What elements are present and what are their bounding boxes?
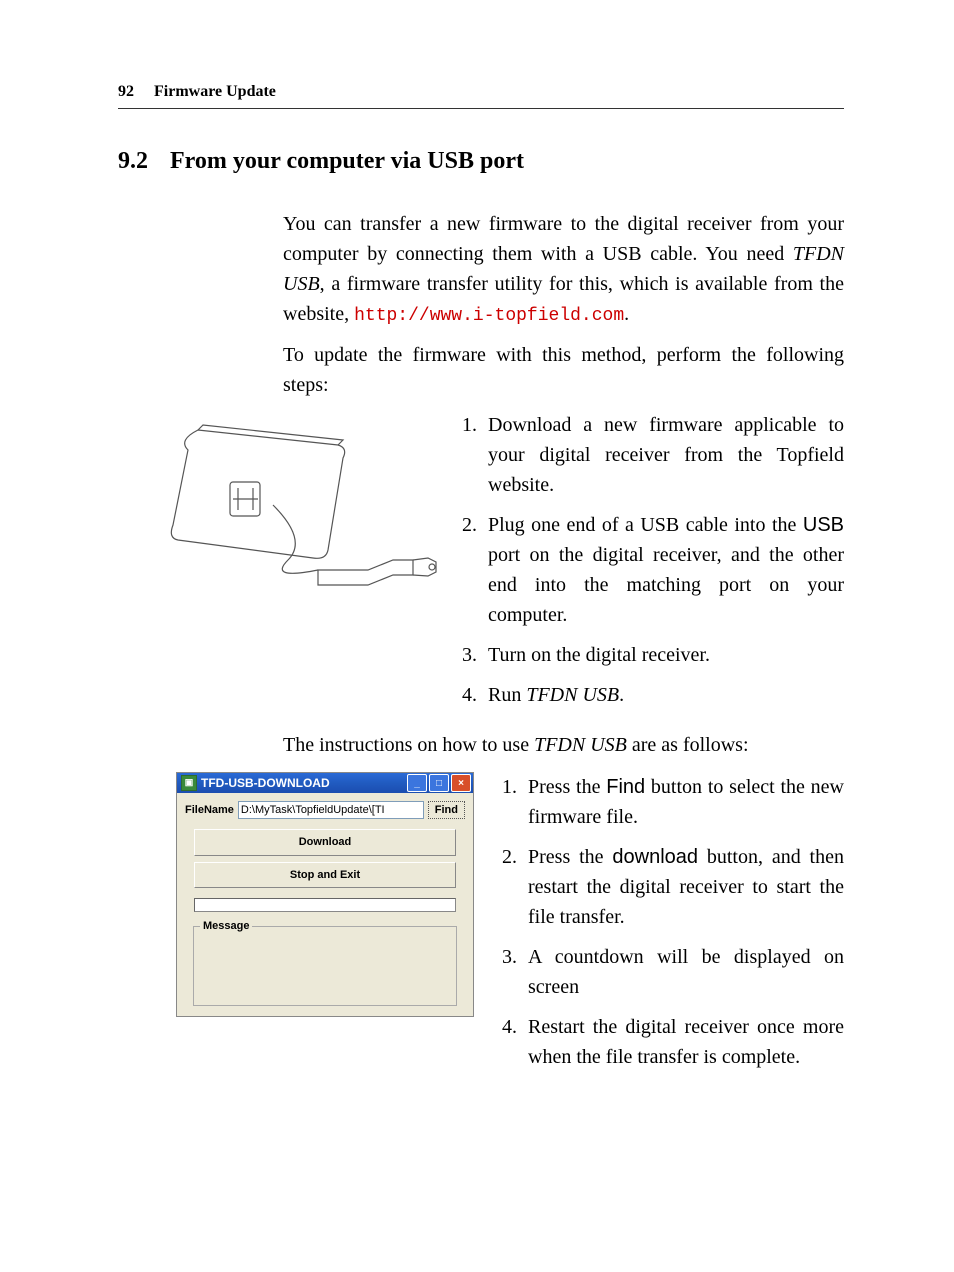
tfd-intro-paragraph: The instructions on how to use TFDN USB … (283, 730, 844, 760)
text: You can transfer a new firmware to the d… (283, 213, 844, 265)
chapter-title: Firmware Update (154, 80, 276, 104)
usb-label: USB (803, 514, 844, 536)
minimize-icon[interactable]: _ (407, 774, 427, 792)
find-button[interactable]: Find (428, 801, 465, 819)
maximize-icon[interactable]: □ (429, 774, 449, 792)
text: . (624, 303, 629, 325)
stop-exit-button[interactable]: Stop and Exit (194, 862, 456, 889)
close-icon[interactable]: × (451, 774, 471, 792)
intro-paragraph-1: You can transfer a new firmware to the d… (283, 209, 844, 330)
tfd-step-2: Press the download button, and then rest… (522, 842, 844, 932)
tfd-step-3: A countdown will be displayed on screen (522, 942, 844, 1002)
tfd-row: ▣ TFD-USB-DOWNLOAD _ □ × FileName Find D… (176, 772, 844, 1082)
tfd-steps-list: Press the Find button to select the new … (496, 772, 844, 1082)
tfd-dialog: ▣ TFD-USB-DOWNLOAD _ □ × FileName Find D… (176, 772, 474, 1017)
text: . (619, 684, 624, 706)
filename-input[interactable] (238, 801, 424, 819)
page-header: 92 Firmware Update (118, 80, 844, 109)
tfd-step-1: Press the Find button to select the new … (522, 772, 844, 832)
page-number: 92 (118, 80, 134, 104)
text: are as follows: (627, 734, 749, 756)
step-1: Download a new firmware applicable to yo… (482, 410, 844, 500)
dialog-body: FileName Find Download Stop and Exit Mes… (177, 793, 473, 1016)
figure-and-steps-row: Download a new firmware applicable to yo… (168, 410, 844, 720)
setup-steps-list: Download a new firmware applicable to yo… (456, 410, 844, 720)
progress-bar (194, 898, 456, 912)
text: The instructions on how to use (283, 734, 534, 756)
utility-name: TFDN USB (526, 684, 619, 706)
step-2: Plug one end of a USB cable into the USB… (482, 510, 844, 630)
dialog-title: TFD-USB-DOWNLOAD (201, 774, 330, 792)
window-controls: _ □ × (407, 774, 471, 792)
text: Press the (528, 846, 612, 868)
utility-name: TFDN USB (534, 734, 627, 756)
find-label-ref: Find (606, 776, 645, 798)
filename-label: FileName (185, 802, 234, 819)
message-legend: Message (200, 918, 252, 935)
usb-diagram (168, 410, 438, 609)
tfd-step-4: Restart the digital receiver once more w… (522, 1012, 844, 1072)
section-number: 9.2 (118, 148, 148, 174)
section-title: From your computer via USB port (170, 148, 524, 174)
download-label-ref: download (612, 846, 698, 868)
text: port on the digital receiver, and the ot… (488, 544, 844, 626)
section-heading: 9.2 From your computer via USB port (118, 143, 844, 179)
intro-block: You can transfer a new firmware to the d… (283, 209, 844, 400)
text: Press the (528, 776, 606, 798)
text: Run (488, 684, 526, 706)
download-button[interactable]: Download (194, 829, 456, 856)
dialog-titlebar: ▣ TFD-USB-DOWNLOAD _ □ × (177, 773, 473, 793)
step-4: Run TFDN USB. (482, 680, 844, 710)
app-icon: ▣ (181, 775, 197, 791)
intro-paragraph-2: To update the firmware with this method,… (283, 340, 844, 400)
filename-row: FileName Find (185, 801, 465, 819)
message-box: Message (193, 918, 457, 1006)
step-3: Turn on the digital receiver. (482, 640, 844, 670)
website-url: http://www.i-topfield.com (354, 306, 624, 326)
text: Plug one end of a USB cable into the (488, 514, 803, 536)
